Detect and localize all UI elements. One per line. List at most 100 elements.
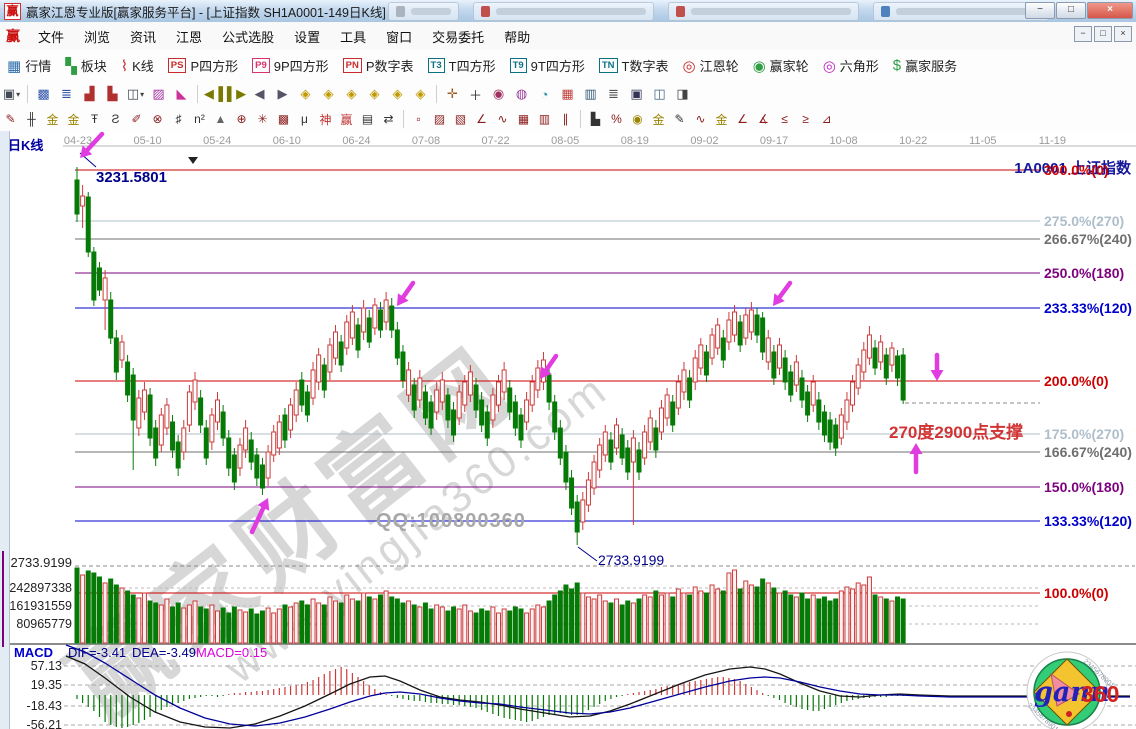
draw-tool-button[interactable]: ∡ <box>753 109 774 129</box>
toolbar-icon-button[interactable]: ◀▐ <box>202 84 225 104</box>
draw-tool-button[interactable]: ╫ <box>21 109 42 129</box>
ghost-tab[interactable] <box>668 2 859 21</box>
toolbar-icon-button[interactable]: ▩ <box>32 84 55 104</box>
toolbar-icon-button[interactable]: ≣ <box>55 84 78 104</box>
toolbar-icon-button[interactable]: ◈ <box>340 84 363 104</box>
tool-P数字表[interactable]: PNP数字表 <box>336 56 421 75</box>
toolbar-icon-button[interactable]: ◈ <box>294 84 317 104</box>
toolbar-icon-button[interactable]: ◈ <box>409 84 432 104</box>
draw-tool-button[interactable]: ⊕ <box>231 109 252 129</box>
draw-tool-button[interactable]: ⊿ <box>816 109 837 129</box>
menu-item-公式选股[interactable]: 公式选股 <box>212 23 284 50</box>
toolbar-icon-button[interactable]: ＋ <box>464 84 487 104</box>
toolbar-icon-button[interactable]: ▨ <box>147 84 170 104</box>
menu-item-工具[interactable]: 工具 <box>330 23 376 50</box>
draw-tool-button[interactable]: ▦ <box>513 109 534 129</box>
draw-tool-button[interactable]: 金 <box>648 109 669 129</box>
draw-tool-button[interactable]: ▩ <box>273 109 294 129</box>
menu-item-交易委托[interactable]: 交易委托 <box>422 23 494 50</box>
toolbar-icon-button[interactable]: ◈ <box>317 84 340 104</box>
toolbar-icon-button[interactable]: ◀ <box>248 84 271 104</box>
menu-item-资讯[interactable]: 资讯 <box>120 23 166 50</box>
draw-tool-button[interactable]: ≤ <box>774 109 795 129</box>
draw-tool-button[interactable]: ≥ <box>795 109 816 129</box>
draw-tool-button[interactable]: ♯ <box>168 109 189 129</box>
draw-tool-button[interactable]: ∿ <box>492 109 513 129</box>
draw-tool-button[interactable]: ▧ <box>450 109 471 129</box>
toolbar-icon-button[interactable]: ◔ <box>533 84 556 104</box>
tool-江恩轮[interactable]: ◎江恩轮 <box>675 56 745 75</box>
toolbar-icon-button[interactable]: ▥ <box>579 84 602 104</box>
ghost-tab[interactable] <box>388 2 459 21</box>
toolbar-icon-button[interactable]: ◈ <box>363 84 386 104</box>
tool-板块[interactable]: ▚板块 <box>58 56 114 75</box>
toolbar-icon-button[interactable]: ◍ <box>510 84 533 104</box>
tool-9T四方形[interactable]: T99T四方形 <box>503 56 592 75</box>
draw-tool-button[interactable]: 金 <box>711 109 732 129</box>
menu-item-江恩[interactable]: 江恩 <box>166 23 212 50</box>
toolbar-icon-button[interactable]: ✛ <box>441 84 464 104</box>
menu-item-设置[interactable]: 设置 <box>284 23 330 50</box>
draw-tool-button[interactable]: ∥ <box>555 109 576 129</box>
menu-item-窗口[interactable]: 窗口 <box>376 23 422 50</box>
mdi-minimize-button[interactable]: − <box>1074 26 1092 42</box>
minimize-button[interactable]: − <box>1025 2 1055 19</box>
toolbar-icon-button[interactable]: ▙ <box>101 84 124 104</box>
menu-item-帮助[interactable]: 帮助 <box>494 23 540 50</box>
toolbar-icon-button[interactable]: ◫▾ <box>124 84 147 104</box>
draw-tool-button[interactable]: 金 <box>42 109 63 129</box>
ghost-tab[interactable] <box>873 2 1049 21</box>
toolbar-icon-button[interactable]: ▟ <box>78 84 101 104</box>
toolbar-icon-button[interactable]: ◈ <box>386 84 409 104</box>
toolbar-icon-button[interactable]: ≣ <box>602 84 625 104</box>
toolbar-icon-button[interactable]: ◉ <box>487 84 510 104</box>
draw-tool-button[interactable]: 神 <box>315 109 336 129</box>
draw-tool-button[interactable]: ∿ <box>690 109 711 129</box>
tool-K线[interactable]: ⌇K线 <box>114 56 161 75</box>
tool-T四方形[interactable]: T3T四方形 <box>421 56 503 75</box>
draw-tool-button[interactable]: ∠ <box>471 109 492 129</box>
draw-tool-button[interactable]: ▤ <box>357 109 378 129</box>
tool-T数字表[interactable]: TNT数字表 <box>592 56 676 75</box>
tool-赢家轮[interactable]: ◉赢家轮 <box>746 56 816 75</box>
draw-tool-button[interactable]: ⇄ <box>378 109 399 129</box>
draw-tool-button[interactable]: ✐ <box>126 109 147 129</box>
mdi-close-button[interactable]: × <box>1114 26 1132 42</box>
mdi-restore-button[interactable]: □ <box>1094 26 1112 42</box>
draw-tool-button[interactable]: ▲ <box>210 109 231 129</box>
draw-tool-button[interactable]: ✳ <box>252 109 273 129</box>
draw-tool-button[interactable]: ▫ <box>408 109 429 129</box>
draw-tool-button[interactable]: ▨ <box>429 109 450 129</box>
close-button[interactable]: × <box>1087 2 1133 19</box>
tool-P四方形[interactable]: PSP四方形 <box>161 56 245 75</box>
menu-item-文件[interactable]: 文件 <box>28 23 74 50</box>
draw-tool-button[interactable]: n² <box>189 109 210 129</box>
draw-tool-button[interactable]: ∠ <box>732 109 753 129</box>
toolbar-icon-button[interactable]: ▣ <box>625 84 648 104</box>
draw-tool-button[interactable]: Ŧ <box>84 109 105 129</box>
restore-button[interactable]: □ <box>1056 2 1086 19</box>
draw-tool-button[interactable]: % <box>606 109 627 129</box>
toolbar-icon-button[interactable]: ◣ <box>170 84 193 104</box>
toolbar-icon-button[interactable]: ◫ <box>648 84 671 104</box>
toolbar-icon-button[interactable]: ▶ <box>271 84 294 104</box>
tool-六角形[interactable]: ◎六角形 <box>816 56 886 75</box>
chart-area[interactable]: 赢家财富网 www.yingjia360.com 234567890123456… <box>0 131 1136 729</box>
draw-tool-button[interactable]: ◉ <box>627 109 648 129</box>
toolbar-icon-button[interactable]: ▌▶ <box>225 84 248 104</box>
tool-赢家服务[interactable]: $赢家服务 <box>886 56 964 75</box>
draw-tool-button[interactable]: Ƨ <box>105 109 126 129</box>
draw-tool-button[interactable]: 金 <box>63 109 84 129</box>
ghost-tab[interactable] <box>473 2 654 21</box>
draw-tool-button[interactable]: ▙ <box>585 109 606 129</box>
menu-item-浏览[interactable]: 浏览 <box>74 23 120 50</box>
draw-tool-button[interactable]: ✎ <box>669 109 690 129</box>
draw-tool-button[interactable]: 赢 <box>336 109 357 129</box>
tool-9P四方形[interactable]: P99P四方形 <box>245 56 336 75</box>
draw-tool-button[interactable]: ✎ <box>0 109 21 129</box>
tool-行情[interactable]: ▦行情 <box>0 56 58 75</box>
draw-tool-button[interactable]: ⊗ <box>147 109 168 129</box>
draw-tool-button[interactable]: μ <box>294 109 315 129</box>
draw-tool-button[interactable]: ▥ <box>534 109 555 129</box>
toolbar-icon-button[interactable]: ▣▾ <box>0 84 23 104</box>
